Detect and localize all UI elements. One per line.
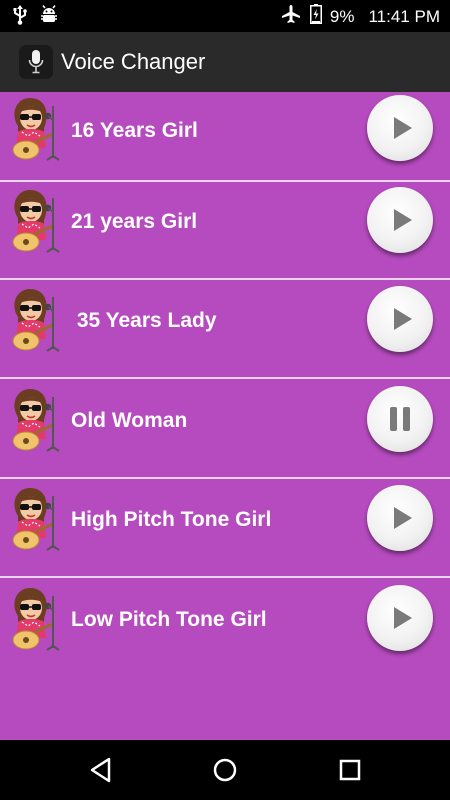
voice-item[interactable]: 16 Years Girl xyxy=(0,92,450,182)
pause-icon xyxy=(388,405,412,433)
usb-icon xyxy=(12,5,28,30)
voice-item[interactable]: 21 years Girl xyxy=(0,182,450,280)
singer-avatar xyxy=(4,188,60,254)
clock: 11:41 PM xyxy=(368,6,440,26)
voice-list[interactable]: 16 Years Girl 21 years Girl 35 Years Lady… xyxy=(0,92,450,740)
singer-avatar xyxy=(4,96,60,162)
voice-item[interactable]: 35 Years Lady xyxy=(0,281,450,379)
microphone-icon xyxy=(19,45,53,79)
play-icon xyxy=(390,306,414,332)
singer-avatar xyxy=(4,387,60,453)
voice-item[interactable]: Low Pitch Tone Girl xyxy=(0,580,450,678)
play-button[interactable] xyxy=(367,95,433,161)
voice-label: Old Woman xyxy=(71,409,188,432)
play-button[interactable] xyxy=(367,187,433,253)
voice-label: 16 Years Girl xyxy=(71,119,198,142)
airplane-mode-icon xyxy=(280,4,302,29)
play-button[interactable] xyxy=(367,286,433,352)
singer-avatar xyxy=(4,586,60,652)
battery-charging-icon xyxy=(309,4,322,29)
back-icon[interactable] xyxy=(87,756,115,784)
recent-apps-icon[interactable] xyxy=(336,756,364,784)
voice-label: 21 years Girl xyxy=(71,210,198,233)
navigation-bar xyxy=(0,740,450,800)
play-icon xyxy=(390,605,414,631)
status-bar: 9% 11:41 PM xyxy=(0,0,450,32)
play-icon xyxy=(390,505,414,531)
app-bar: Voice Changer xyxy=(0,32,450,92)
voice-item[interactable]: Old Woman xyxy=(0,381,450,479)
play-icon xyxy=(390,115,414,141)
voice-item[interactable]: High Pitch Tone Girl xyxy=(0,480,450,578)
play-button[interactable] xyxy=(367,485,433,551)
app-title: Voice Changer xyxy=(61,49,206,74)
battery-percentage: 9% xyxy=(329,6,355,26)
android-debug-icon xyxy=(40,5,58,30)
voice-label: 35 Years Lady xyxy=(71,309,217,332)
voice-label: High Pitch Tone Girl xyxy=(71,508,272,531)
pause-button[interactable] xyxy=(367,386,433,452)
singer-avatar xyxy=(4,287,60,353)
play-icon xyxy=(390,207,414,233)
home-icon[interactable] xyxy=(211,756,239,784)
singer-avatar xyxy=(4,486,60,552)
play-button[interactable] xyxy=(367,585,433,651)
voice-label: Low Pitch Tone Girl xyxy=(71,608,267,631)
